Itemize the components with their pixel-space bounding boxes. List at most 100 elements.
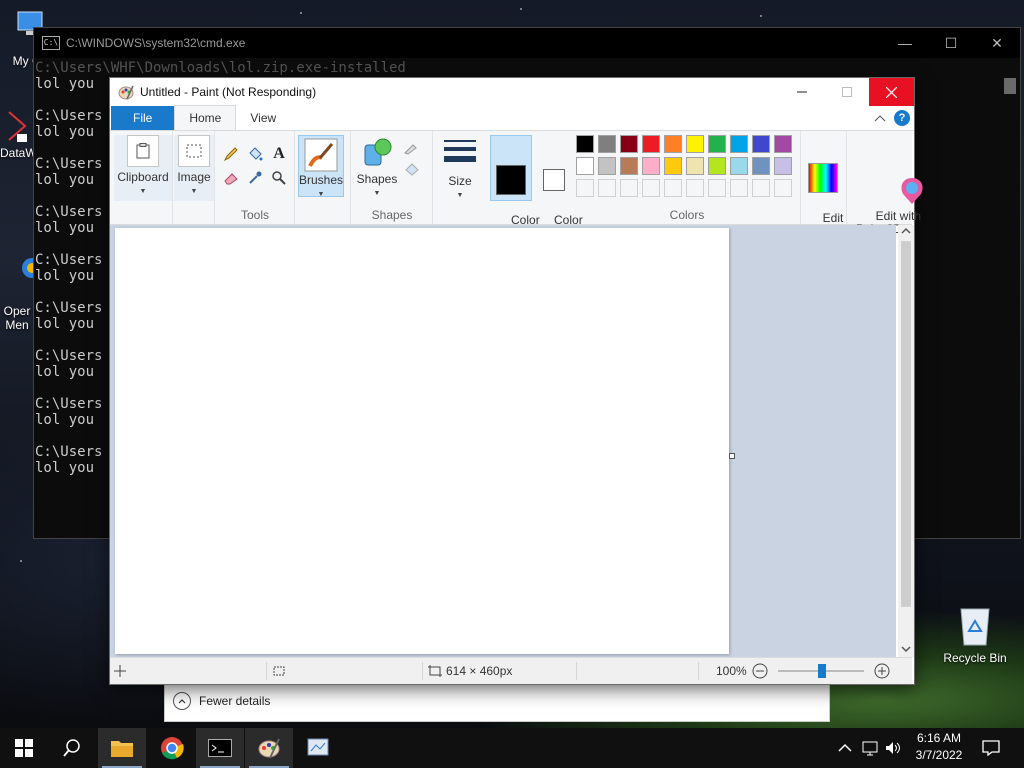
recycle-bin-icon	[955, 603, 995, 647]
control-panel-icon	[307, 738, 329, 756]
zoom-out-button[interactable]	[752, 658, 768, 684]
palette-color-swatch[interactable]	[752, 157, 770, 175]
fewer-details-panel[interactable]: Fewer details	[164, 680, 830, 722]
size-button[interactable]: Size ▼	[438, 137, 482, 199]
palette-color-swatch[interactable]	[730, 157, 748, 175]
close-button[interactable]: ✕	[974, 28, 1020, 58]
palette-custom-slot[interactable]	[708, 179, 726, 197]
clock[interactable]: 6:16 AM 3/7/2022	[906, 730, 972, 764]
collapse-ribbon-icon[interactable]	[874, 113, 886, 123]
size-label: Size	[448, 174, 472, 188]
tab-file[interactable]: File	[111, 106, 175, 130]
palette-color-swatch[interactable]	[598, 157, 616, 175]
palette-color-swatch[interactable]	[752, 135, 770, 153]
fill-icon[interactable]	[402, 157, 424, 179]
palette-color-swatch[interactable]	[686, 157, 704, 175]
eraser-icon[interactable]	[220, 167, 242, 189]
palette-custom-slot[interactable]	[774, 179, 792, 197]
palette-custom-slot[interactable]	[664, 179, 682, 197]
maximize-button[interactable]: ☐	[928, 28, 974, 58]
palette-custom-slot[interactable]	[642, 179, 660, 197]
palette-custom-slot[interactable]	[730, 179, 748, 197]
minimize-button[interactable]: —	[882, 28, 928, 58]
drawing-canvas[interactable]	[115, 228, 729, 654]
palette-color-swatch[interactable]	[642, 157, 660, 175]
edit-with-paint3d-button[interactable]: Edit with Paint 3D	[849, 137, 923, 236]
image-button[interactable]: Image ▼	[174, 135, 214, 201]
zoom-in-button[interactable]	[874, 658, 890, 684]
show-hidden-icons-button[interactable]	[838, 728, 852, 768]
palette-color-swatch[interactable]	[774, 157, 792, 175]
fewer-details-link[interactable]: Fewer details	[199, 694, 270, 708]
scroll-up-icon[interactable]	[898, 227, 914, 237]
vertical-scrollbar[interactable]	[898, 225, 914, 657]
palette-color-swatch[interactable]	[576, 157, 594, 175]
chevron-up-icon[interactable]	[173, 692, 191, 710]
maximize-button[interactable]	[824, 78, 869, 106]
palette-color-swatch[interactable]	[664, 135, 682, 153]
zoom-slider-thumb[interactable]	[818, 664, 826, 678]
cmd-icon: C:\	[42, 36, 60, 50]
palette-custom-slot[interactable]	[598, 179, 616, 197]
palette-color-swatch[interactable]	[576, 135, 594, 153]
cmd-scrollbar[interactable]	[1000, 58, 1020, 538]
taskbar-paint[interactable]	[245, 728, 293, 768]
palette-custom-slot[interactable]	[752, 179, 770, 197]
palette-color-swatch[interactable]	[708, 157, 726, 175]
color1-button[interactable]: Color 1	[490, 135, 540, 240]
pencil-icon[interactable]	[220, 143, 242, 165]
shapes-button[interactable]: Shapes ▼	[354, 135, 400, 197]
fill-bucket-icon[interactable]	[244, 143, 266, 165]
palette-custom-slot[interactable]	[576, 179, 594, 197]
taskbar-app[interactable]	[294, 728, 342, 768]
palette-color-swatch[interactable]	[598, 135, 616, 153]
text-tool-icon[interactable]: A	[268, 143, 290, 165]
paint-window[interactable]: Untitled - Paint (Not Responding) File H…	[109, 77, 923, 685]
zoom-slider[interactable]	[778, 658, 864, 684]
desktop-icon-recycle-bin[interactable]: Recycle Bin	[940, 603, 1010, 665]
taskbar: 6:16 AM 3/7/2022	[0, 728, 1024, 768]
minimize-button[interactable]	[779, 78, 824, 106]
scroll-thumb[interactable]	[1004, 78, 1016, 94]
palette-color-swatch[interactable]	[642, 135, 660, 153]
magnifier-icon[interactable]	[268, 167, 290, 189]
palette-custom-slot[interactable]	[686, 179, 704, 197]
color1-swatch	[496, 165, 526, 195]
outline-icon[interactable]	[402, 137, 424, 159]
scroll-thumb[interactable]	[901, 241, 911, 607]
cmd-titlebar[interactable]: C:\ C:\WINDOWS\system32\cmd.exe — ☐ ✕	[34, 28, 1020, 58]
palette-color-swatch[interactable]	[686, 135, 704, 153]
chrome-icon	[161, 737, 184, 760]
tab-view[interactable]: View	[236, 106, 290, 130]
close-button[interactable]	[869, 78, 914, 106]
search-button[interactable]	[48, 728, 96, 768]
desktop-icon-dataw[interactable]: DataW	[0, 108, 34, 160]
color-picker-icon[interactable]	[244, 167, 266, 189]
palette-color-swatch[interactable]	[664, 157, 682, 175]
palette-color-swatch[interactable]	[730, 135, 748, 153]
palette-custom-slot[interactable]	[620, 179, 638, 197]
palette-color-swatch[interactable]	[708, 135, 726, 153]
volume-icon[interactable]	[884, 728, 902, 768]
edit-colors-button[interactable]: Edit colors	[800, 137, 846, 238]
help-button[interactable]: ?	[894, 110, 910, 126]
start-button[interactable]	[0, 728, 48, 768]
canvas-workspace[interactable]	[110, 225, 896, 657]
color2-button[interactable]: Color 2	[534, 135, 583, 240]
taskbar-cmd[interactable]	[196, 728, 244, 768]
tab-home[interactable]: Home	[174, 105, 237, 130]
resize-handle-right[interactable]	[729, 453, 735, 459]
notifications-button[interactable]	[982, 728, 1000, 768]
taskbar-file-explorer[interactable]	[98, 728, 146, 768]
desktop-icon-open-menu[interactable]: Oper Men	[0, 212, 34, 346]
palette-color-swatch[interactable]	[620, 135, 638, 153]
palette-color-swatch[interactable]	[774, 135, 792, 153]
shapes-button-label: Shapes	[356, 172, 398, 186]
palette-color-swatch[interactable]	[620, 157, 638, 175]
paint-titlebar[interactable]: Untitled - Paint (Not Responding)	[110, 78, 914, 106]
taskbar-chrome[interactable]	[148, 728, 196, 768]
clipboard-button[interactable]: Clipboard ▼	[114, 135, 172, 201]
brushes-button[interactable]: Brushes ▼	[298, 135, 344, 198]
scroll-down-icon[interactable]	[898, 645, 914, 655]
network-icon[interactable]	[862, 728, 880, 768]
